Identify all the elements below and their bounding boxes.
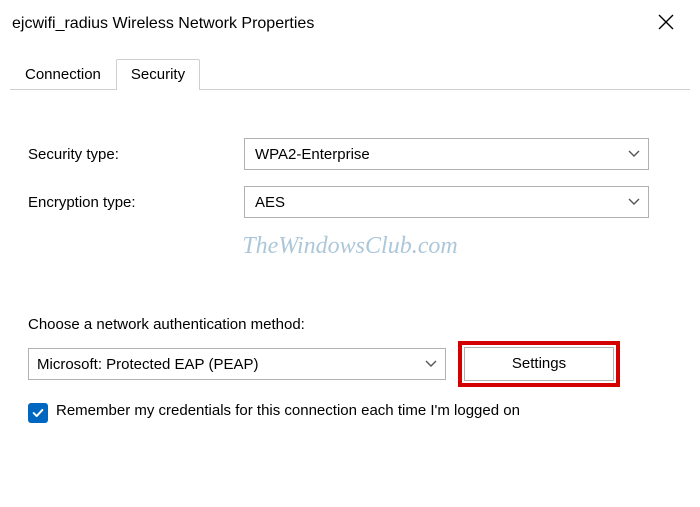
encryption-type-select[interactable]: AES (244, 186, 649, 218)
tab-content-security: Security type: WPA2-Enterprise Encryptio… (0, 90, 700, 423)
auth-method-value: Microsoft: Protected EAP (PEAP) (37, 356, 258, 373)
encryption-type-value: AES (255, 194, 285, 211)
remember-credentials-label[interactable]: Remember my credentials for this connect… (56, 401, 520, 421)
security-type-value: WPA2-Enterprise (255, 146, 370, 163)
encryption-type-row: Encryption type: AES (28, 186, 672, 218)
auth-method-select[interactable]: Microsoft: Protected EAP (PEAP) (28, 348, 446, 380)
auth-method-label: Choose a network authentication method: (28, 316, 672, 333)
chevron-down-icon (628, 147, 640, 161)
settings-button[interactable]: Settings (464, 347, 614, 381)
remember-credentials-row: Remember my credentials for this connect… (28, 401, 672, 423)
encryption-type-label: Encryption type: (28, 194, 244, 211)
window-title: ejcwifi_radius Wireless Network Properti… (12, 15, 314, 33)
security-type-label: Security type: (28, 146, 244, 163)
highlight-annotation: Settings (458, 341, 620, 387)
chevron-down-icon (628, 195, 640, 209)
security-type-row: Security type: WPA2-Enterprise (28, 138, 672, 170)
auth-section: Choose a network authentication method: … (28, 316, 672, 423)
tab-security[interactable]: Security (116, 59, 200, 89)
titlebar: ejcwifi_radius Wireless Network Properti… (0, 0, 700, 47)
chevron-down-icon (425, 357, 437, 371)
close-icon[interactable] (650, 10, 682, 37)
tab-connection[interactable]: Connection (10, 59, 116, 89)
security-type-select[interactable]: WPA2-Enterprise (244, 138, 649, 170)
tab-bar: Connection Security (10, 55, 690, 90)
remember-credentials-checkbox[interactable] (28, 403, 48, 423)
